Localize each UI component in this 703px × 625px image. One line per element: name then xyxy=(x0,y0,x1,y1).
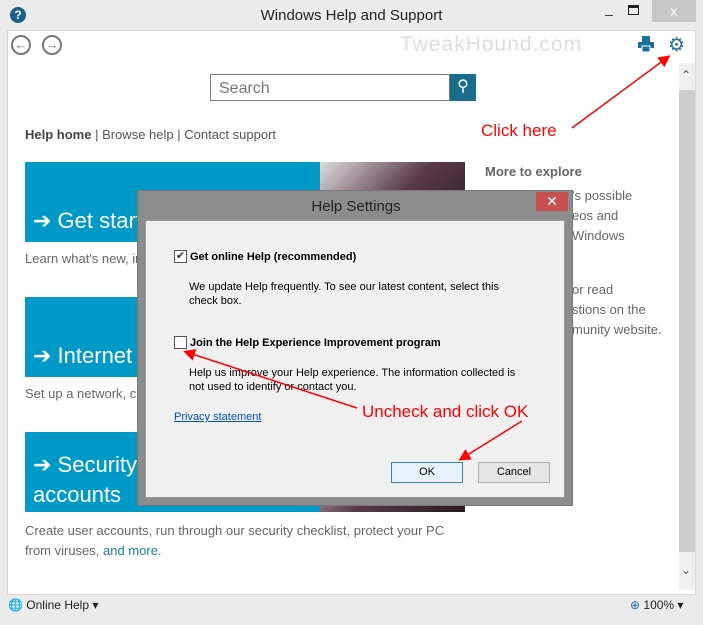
arrow-to-ok xyxy=(458,420,523,461)
arrow-to-checkbox xyxy=(183,349,358,409)
click-here-annotation: Click here xyxy=(481,121,557,140)
arrow-to-gear xyxy=(571,55,671,129)
uncheck-annotation: Uncheck and click OK xyxy=(362,402,529,421)
annotation-arrows xyxy=(183,55,671,461)
